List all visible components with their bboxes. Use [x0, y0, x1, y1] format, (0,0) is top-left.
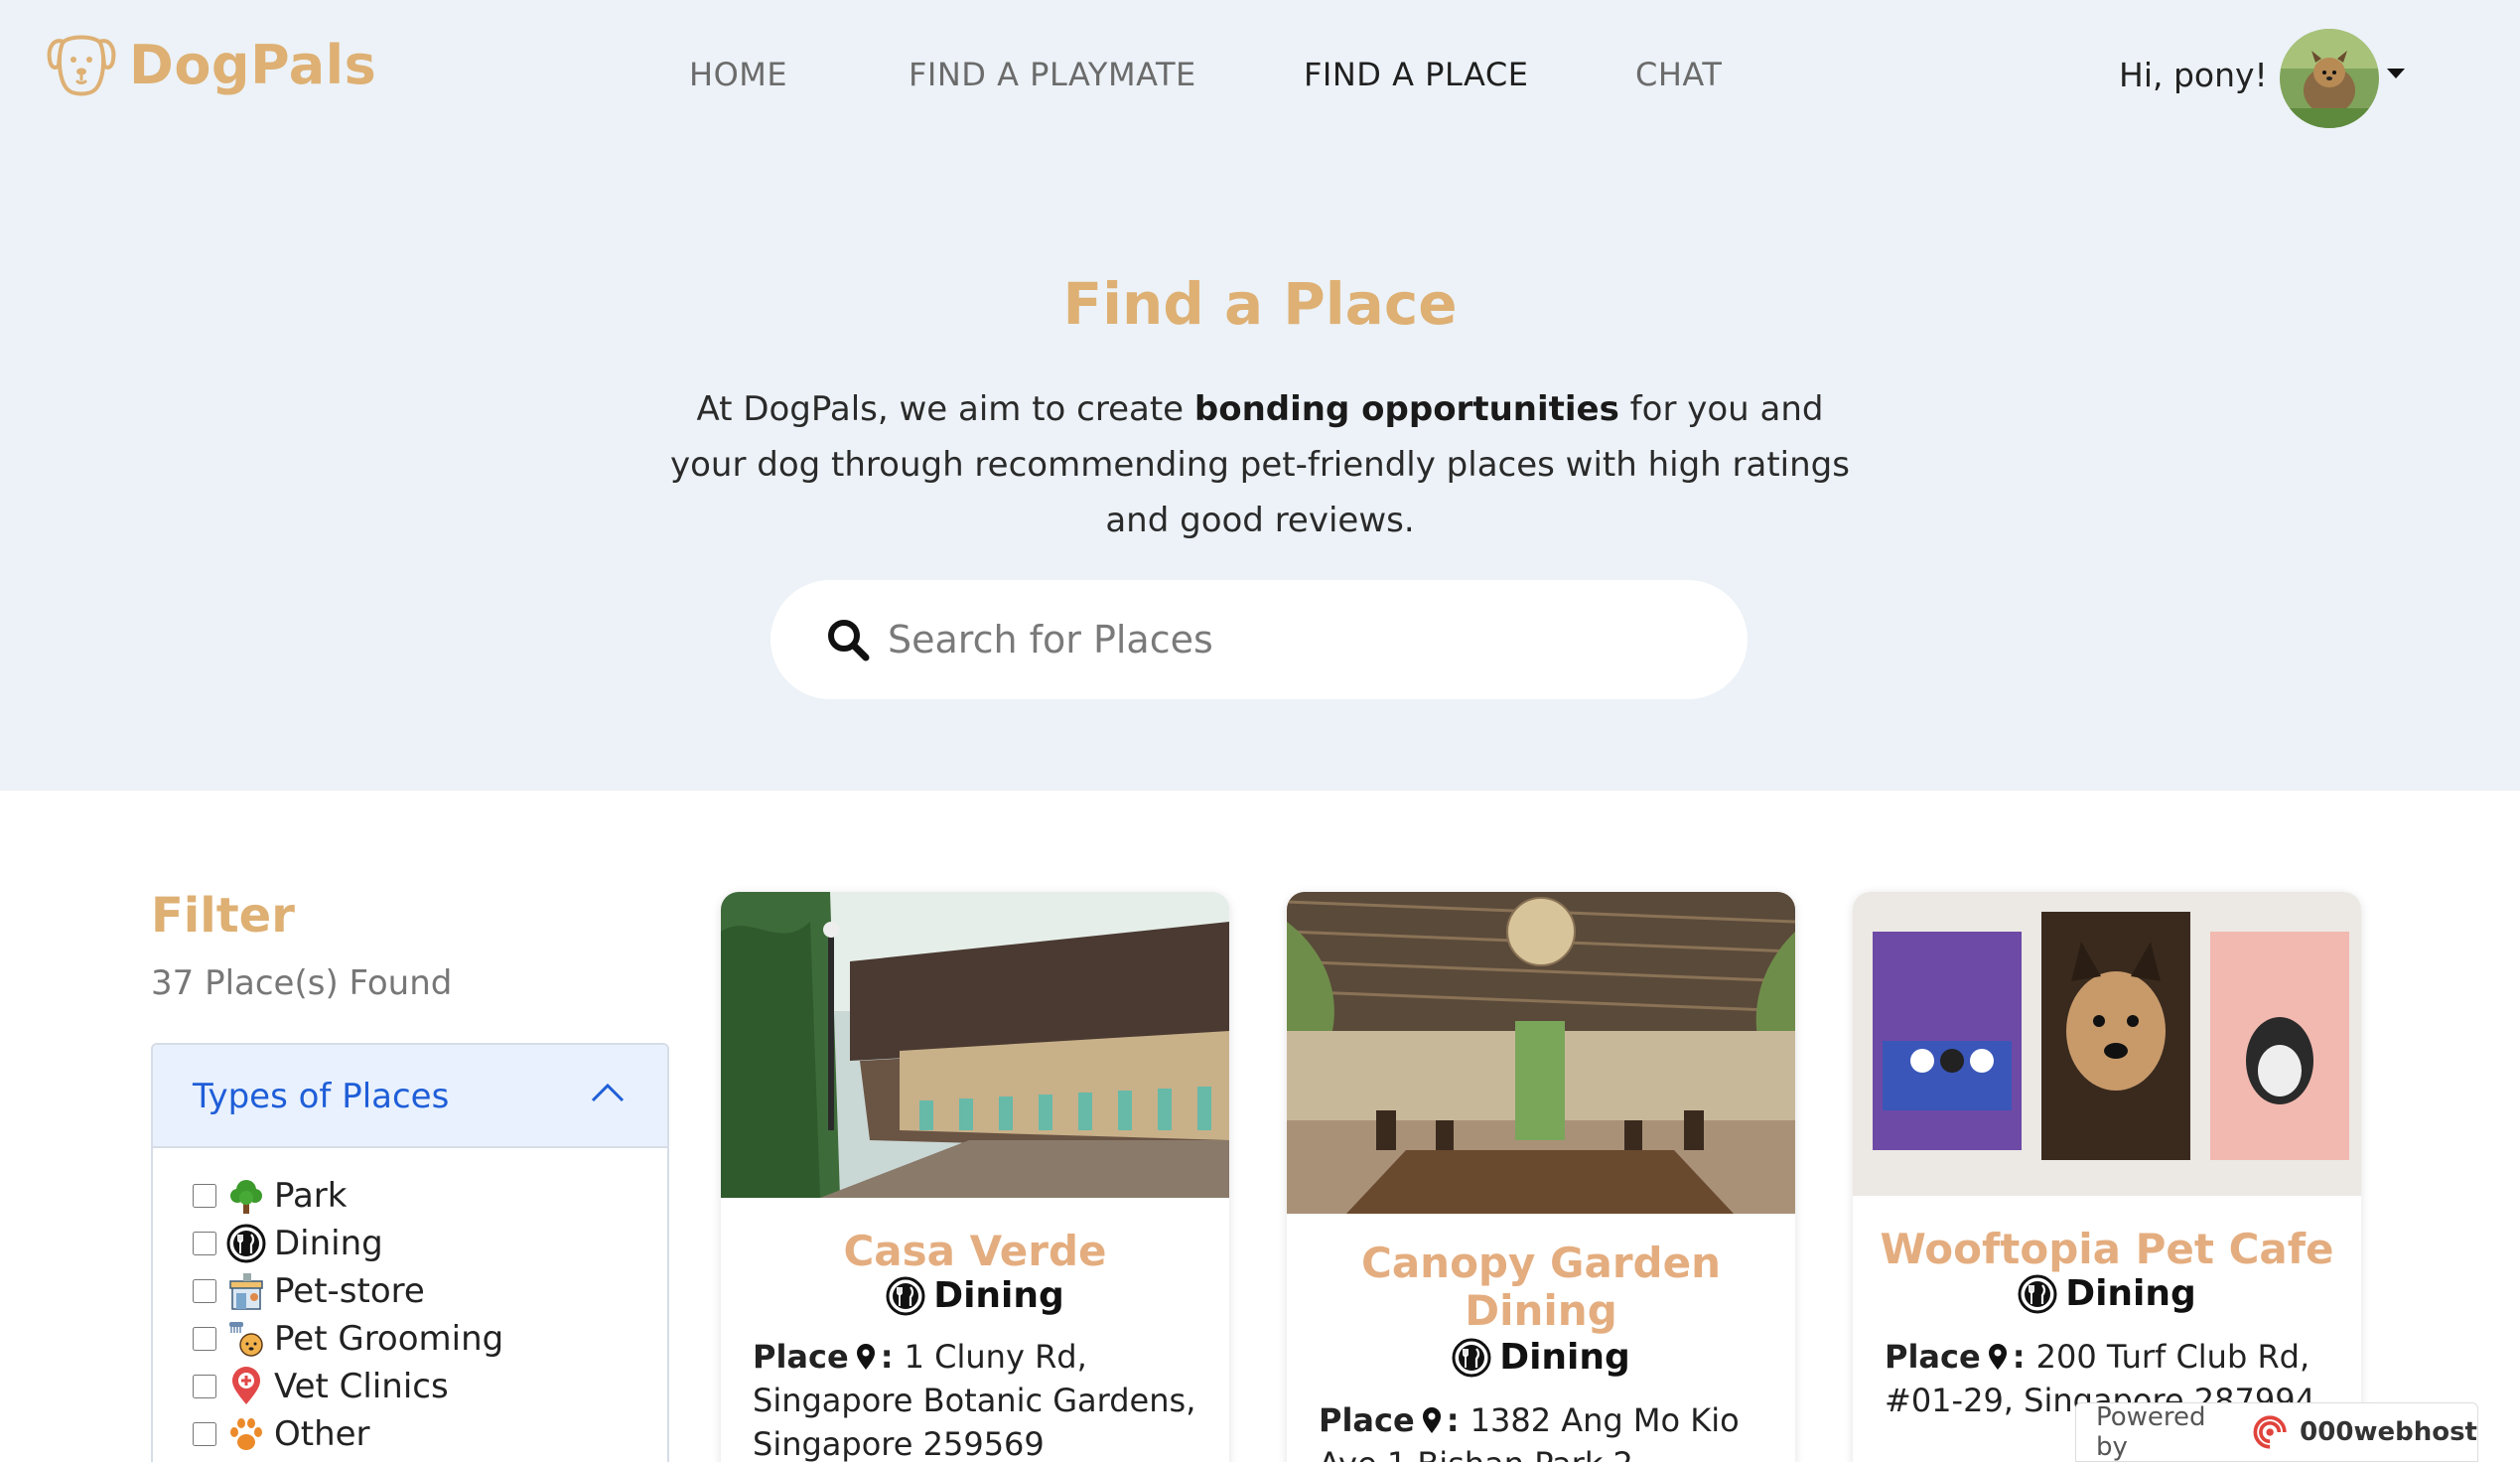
- map-pin-icon: [1988, 1344, 2007, 1370]
- place-type-label: Dining: [2065, 1273, 2196, 1314]
- dining-icon: [886, 1276, 925, 1315]
- hero-description: At DogPals, we aim to create bonding opp…: [664, 381, 1856, 548]
- place-name[interactable]: Wooftopia Pet Cafe: [1873, 1226, 2341, 1273]
- nav-find-place[interactable]: FIND A PLACE: [1304, 56, 1528, 93]
- option-label: Pet Grooming: [274, 1319, 504, 1359]
- option-label: Dining: [274, 1224, 383, 1263]
- dining-checkbox[interactable]: [193, 1232, 216, 1255]
- dog-face-icon: [47, 35, 116, 96]
- page-title: Find a Place: [1062, 270, 1458, 338]
- place-label: Place: [1885, 1338, 1981, 1376]
- pet-store-checkbox[interactable]: [193, 1279, 216, 1303]
- dining-icon: [2018, 1274, 2057, 1313]
- filter-option-other[interactable]: Other: [193, 1412, 370, 1456]
- map-pin-icon: [1422, 1407, 1441, 1433]
- pet-grooming-checkbox[interactable]: [193, 1327, 216, 1351]
- map-pin-icon: [856, 1344, 875, 1370]
- pet-store-icon: [229, 1273, 263, 1310]
- account-dropdown-caret[interactable]: [2387, 69, 2405, 78]
- option-label: Pet-store: [274, 1271, 425, 1311]
- place-label: Place: [1319, 1401, 1415, 1439]
- place-address: Place: 1382 Ang Mo Kio Ave 1 Bishan Park…: [1319, 1398, 1775, 1462]
- option-label: Vet Clinics: [274, 1367, 449, 1406]
- filter-option-park[interactable]: Park: [193, 1174, 347, 1218]
- place-type-label: Dining: [1499, 1337, 1630, 1378]
- avatar-photo: [2280, 29, 2379, 128]
- accordion-title: Types of Places: [193, 1077, 450, 1116]
- place-label: Place: [753, 1338, 849, 1376]
- place-card[interactable]: Wooftopia Pet Cafe Dining Place: 200 Tur…: [1853, 892, 2361, 1462]
- powered-prefix: Powered by: [2096, 1402, 2206, 1462]
- search-icon[interactable]: [826, 618, 870, 661]
- paw-icon: [230, 1418, 262, 1450]
- user-greeting: Hi, pony!: [2119, 56, 2268, 94]
- dining-icon: [226, 1224, 266, 1263]
- vet-pin-icon: [232, 1367, 260, 1404]
- filter-option-dining[interactable]: Dining: [193, 1222, 383, 1265]
- filter-title: Filter: [151, 888, 295, 944]
- desc-pre: At DogPals, we aim to create: [696, 389, 1194, 429]
- tree-icon: [230, 1180, 262, 1214]
- powered-brand: 000webhost: [2300, 1417, 2477, 1447]
- place-photo: [1853, 892, 2361, 1196]
- other-checkbox[interactable]: [193, 1422, 216, 1446]
- places-found-count: 37 Place(s) Found: [151, 963, 453, 1003]
- desc-bold: bonding opportunities: [1193, 389, 1619, 429]
- filter-option-pet-grooming[interactable]: Pet Grooming: [193, 1317, 503, 1361]
- option-label: Park: [274, 1176, 348, 1216]
- nav-find-playmate[interactable]: FIND A PLAYMATE: [909, 56, 1196, 93]
- place-type: Dining: [1853, 1273, 2361, 1314]
- place-type-label: Dining: [933, 1275, 1064, 1316]
- place-card[interactable]: Canopy Garden Dining Dining Place: 1382 …: [1287, 892, 1795, 1462]
- option-label: Other: [274, 1414, 370, 1454]
- park-checkbox[interactable]: [193, 1184, 216, 1208]
- place-card[interactable]: Casa Verde Dining Place: 1 Cluny Rd, Sin…: [721, 892, 1229, 1462]
- chevron-up-icon[interactable]: [590, 1079, 626, 1106]
- nav-chat[interactable]: CHAT: [1635, 56, 1722, 93]
- dining-icon: [1452, 1338, 1491, 1377]
- logo[interactable]: DogPals: [46, 30, 376, 99]
- accordion-header[interactable]: Types of Places: [153, 1045, 667, 1148]
- grooming-icon: [229, 1322, 263, 1357]
- search-bar[interactable]: [770, 580, 1748, 699]
- webhost-logo-icon: [2253, 1415, 2287, 1449]
- search-input[interactable]: [888, 610, 1702, 669]
- logo-text: DogPals: [129, 33, 377, 96]
- place-name[interactable]: Canopy Garden Dining: [1307, 1240, 1775, 1335]
- avatar[interactable]: [2280, 29, 2379, 128]
- filter-option-vet-clinics[interactable]: Vet Clinics: [193, 1365, 449, 1408]
- place-photo: [1287, 892, 1795, 1214]
- place-type: Dining: [1287, 1337, 1795, 1378]
- place-name[interactable]: Casa Verde: [741, 1228, 1209, 1275]
- types-of-places-accordion: Types of Places Park Dining Pet-store Pe…: [151, 1043, 669, 1462]
- nav-home[interactable]: HOME: [689, 56, 787, 93]
- filter-option-pet-store[interactable]: Pet-store: [193, 1269, 425, 1313]
- place-address: Place: 1 Cluny Rd, Singapore Botanic Gar…: [753, 1338, 1196, 1462]
- place-type: Dining: [721, 1275, 1229, 1316]
- vet-clinics-checkbox[interactable]: [193, 1375, 216, 1398]
- powered-by-badge[interactable]: Powered by 000webhost: [2075, 1402, 2478, 1462]
- place-photo: [721, 892, 1229, 1198]
